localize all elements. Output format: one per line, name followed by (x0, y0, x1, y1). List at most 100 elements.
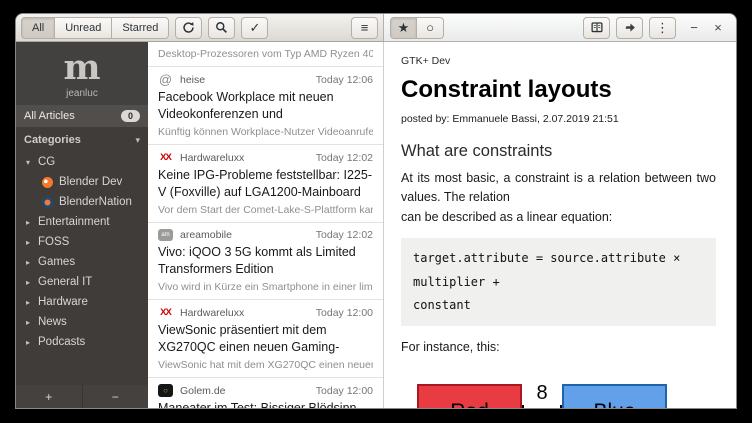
minimize-icon: − (690, 20, 698, 35)
expander-icon[interactable]: ▾ (26, 158, 38, 167)
filter-starred-button[interactable]: Starred (112, 17, 169, 39)
article-snippet: Künftig können Workplace-Nutzer Videoanr… (158, 126, 373, 138)
article-snippet: Vor dem Start der Comet-Lake-S-Plattform… (158, 204, 373, 216)
article-feed-label: GTK+ Dev (401, 55, 716, 67)
expander-icon[interactable]: ▸ (26, 338, 38, 347)
hardwareluxx-feed-icon: XX (158, 151, 173, 164)
article-snippet: Desktop-Prozessoren vom Typ AMD Ryzen 40… (158, 48, 373, 60)
article-section-heading: What are constraints (401, 142, 716, 161)
list-menu-button[interactable]: ≡ (351, 17, 378, 39)
spacing-value: 8 (522, 382, 562, 405)
blender-feed-icon (42, 177, 53, 188)
mark-read-button[interactable]: ✓ (241, 17, 268, 39)
sidebar: m jeanluc All Articles 0 Categories ▾ ▾ … (16, 42, 148, 408)
expander-icon[interactable]: ▸ (26, 238, 38, 247)
reader-mode-button[interactable] (583, 17, 610, 39)
feed-name: Golem.de (180, 385, 226, 397)
article-byline: posted by: Emmanuele Bassi, 2.07.2019 21… (401, 113, 716, 125)
app-logo: m jeanluc (16, 42, 148, 105)
category-label: FOSS (38, 236, 69, 248)
article-title: Maneater im Test: Bissiger Blödsinn (158, 400, 373, 408)
logo-glyph: m (16, 50, 148, 86)
connector-cap-left (522, 405, 524, 408)
sidebar-actions: + − (16, 385, 148, 408)
spacing-connector: 8 (522, 384, 562, 408)
list-item[interactable]: Desktop-Prozessoren vom Typ AMD Ryzen 40… (148, 42, 383, 67)
article-list: Desktop-Prozessoren vom Typ AMD Ryzen 40… (148, 42, 384, 408)
search-icon (215, 21, 228, 34)
filter-all-button[interactable]: All (21, 17, 55, 39)
hamburger-icon: ≡ (361, 21, 369, 34)
sidebar-item-games[interactable]: ▸ Games (16, 252, 148, 272)
star-article-button[interactable]: ★ (390, 17, 417, 39)
sidebar-item-blendernation[interactable]: BlenderNation (16, 192, 148, 212)
sidebar-item-cg[interactable]: ▾ CG (16, 152, 148, 172)
expander-icon[interactable]: ▸ (26, 298, 38, 307)
article-date: Today 12:02 (316, 229, 373, 241)
sidebar-item-podcasts[interactable]: ▸ Podcasts (16, 332, 148, 352)
sidebar-categories-header[interactable]: Categories ▾ (16, 127, 148, 152)
article-title: Keine IPG-Probleme feststellbar: I225-V … (158, 167, 373, 201)
category-label: Entertainment (38, 216, 110, 228)
remove-feed-button[interactable]: − (83, 385, 149, 408)
golem-feed-icon: ○ (158, 384, 173, 397)
filter-unread-button[interactable]: Unread (55, 17, 112, 39)
mark-unread-button[interactable]: ○ (417, 17, 444, 39)
article-title: Facebook Workplace mit neuen Videokonfer… (158, 89, 373, 123)
header-bar: All Unread Starred ✓ ≡ (16, 14, 736, 42)
article-paragraph: can be described as a linear equation: (401, 208, 716, 227)
close-button[interactable]: × (706, 17, 730, 39)
category-label: News (38, 316, 67, 328)
list-item[interactable]: @ heise Today 12:06 Facebook Workplace m… (148, 67, 383, 145)
list-item[interactable]: ○ Golem.de Today 12:00 Maneater im Test:… (148, 378, 383, 408)
feed-name: Hardwareluxx (180, 152, 244, 164)
category-label: Hardware (38, 296, 88, 308)
sidebar-item-all-articles[interactable]: All Articles 0 (16, 105, 148, 127)
constraint-diagram: Red 8 Blue (417, 384, 716, 408)
expander-icon[interactable]: ▸ (26, 318, 38, 327)
sidebar-item-blender-dev[interactable]: Blender Dev (16, 172, 148, 192)
book-icon (590, 21, 604, 34)
minimize-button[interactable]: − (682, 17, 706, 39)
sidebar-item-hardware[interactable]: ▸ Hardware (16, 292, 148, 312)
category-label: Games (38, 256, 75, 268)
feed-name: Hardwareluxx (180, 307, 244, 319)
article-snippet: Vivo wird in Kürze ein Smartphone in ein… (158, 281, 373, 293)
expander-icon[interactable]: ▸ (26, 278, 38, 287)
heise-feed-icon: @ (158, 73, 173, 86)
article-date: Today 12:06 (316, 74, 373, 86)
circle-icon: ○ (426, 21, 434, 34)
category-label: General IT (38, 276, 92, 288)
add-feed-button[interactable]: + (16, 385, 82, 408)
red-box: Red (417, 384, 522, 408)
username-label: jeanluc (16, 88, 148, 99)
refresh-icon (182, 21, 195, 34)
category-label: Podcasts (38, 336, 85, 348)
hardwareluxx-feed-icon: XX (158, 306, 173, 319)
expander-icon[interactable]: ▸ (26, 218, 38, 227)
all-articles-label: All Articles (24, 110, 75, 122)
article-title: Vivo: iQOO 3 5G kommt als Limited Transf… (158, 244, 373, 278)
list-item[interactable]: XX Hardwareluxx Today 12:00 ViewSonic pr… (148, 300, 383, 378)
sidebar-item-entertainment[interactable]: ▸ Entertainment (16, 212, 148, 232)
list-item[interactable]: XX Hardwareluxx Today 12:02 Keine IPG-Pr… (148, 145, 383, 223)
sidebar-item-general-it[interactable]: ▸ General IT (16, 272, 148, 292)
feed-name: heise (180, 74, 205, 86)
sidebar-item-news[interactable]: ▸ News (16, 312, 148, 332)
close-icon: × (714, 20, 722, 35)
blue-box: Blue (562, 384, 667, 408)
list-item[interactable]: am areamobile Today 12:02 Vivo: iQOO 3 5… (148, 223, 383, 300)
categories-label: Categories (24, 134, 81, 146)
article-page-title: Constraint layouts (401, 76, 716, 104)
search-button[interactable] (208, 17, 235, 39)
more-options-button[interactable]: ⋮ (649, 17, 676, 39)
expander-icon[interactable]: ▸ (26, 258, 38, 267)
refresh-button[interactable] (175, 17, 202, 39)
article-snippet: ViewSonic hat mit dem XG270QC einen neue… (158, 359, 373, 371)
category-label: CG (38, 156, 55, 168)
open-in-browser-button[interactable] (616, 17, 643, 39)
blendernation-feed-icon (42, 197, 53, 208)
article-date: Today 12:00 (316, 307, 373, 319)
areamobile-feed-icon: am (158, 229, 173, 241)
sidebar-item-foss[interactable]: ▸ FOSS (16, 232, 148, 252)
